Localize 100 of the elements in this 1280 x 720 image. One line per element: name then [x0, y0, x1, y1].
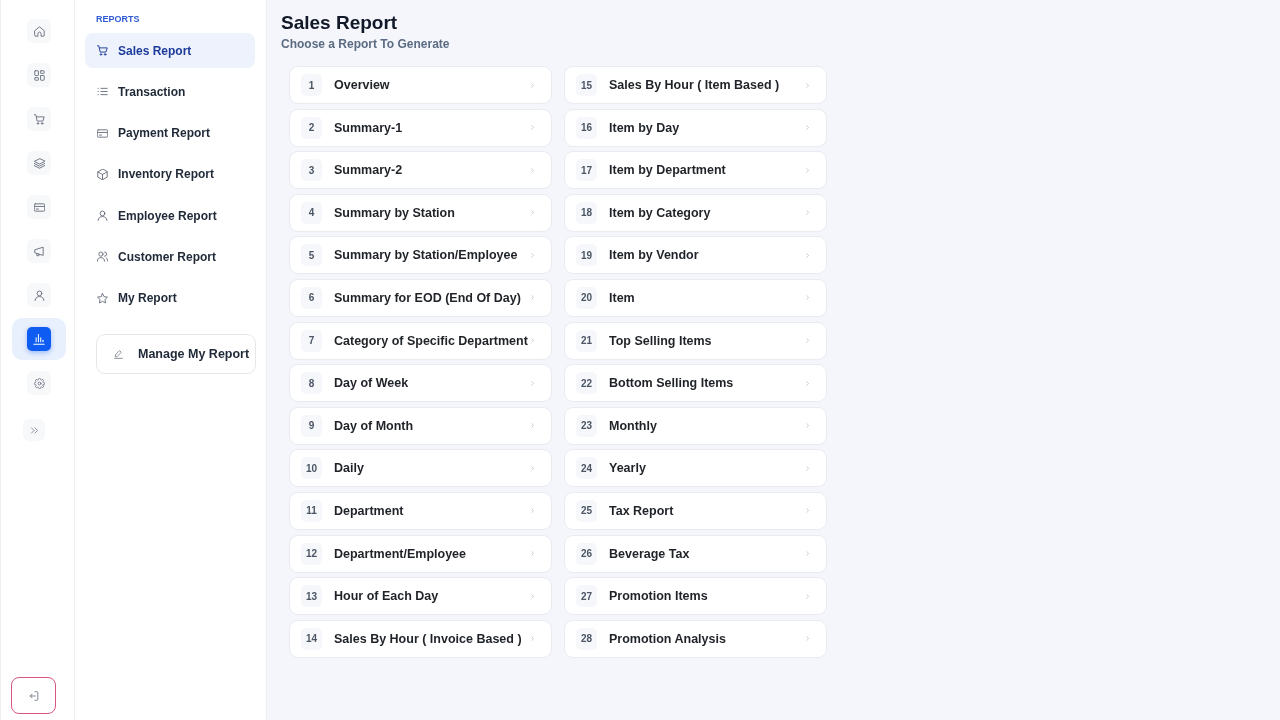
report-number: 22: [576, 372, 597, 395]
rail-nav-button[interactable]: [27, 371, 51, 395]
report-item[interactable]: 27 Promotion Items: [564, 577, 827, 616]
chevron-right-icon: [805, 336, 810, 346]
chevron-right-icon: [530, 549, 535, 559]
report-number: 9: [301, 414, 322, 437]
chevron-right-icon: [805, 634, 810, 644]
chevron-right-icon: [805, 463, 810, 473]
report-number: 16: [576, 116, 597, 139]
chevron-right-icon: [530, 293, 535, 303]
report-item[interactable]: 1 Overview: [289, 66, 552, 104]
manage-report-button[interactable]: Manage My Report: [96, 334, 256, 375]
users-icon: [97, 251, 108, 263]
report-item[interactable]: 6 Summary for EOD (End Of Day): [289, 278, 552, 317]
chevron-right-icon: [530, 336, 535, 346]
report-item[interactable]: 14 Sales By Hour ( Invoice Based ): [289, 619, 552, 658]
sidebar-item[interactable]: Transaction: [85, 74, 255, 110]
report-item[interactable]: 16 Item by Day: [564, 108, 827, 147]
sidebar-item[interactable]: Payment Report: [85, 115, 255, 151]
report-number: 19: [576, 244, 597, 267]
cart-icon: [33, 113, 45, 125]
report-number: 3: [301, 159, 322, 182]
cube-icon: [97, 168, 108, 180]
page-subtitle: Choose a Report To Generate: [281, 37, 451, 52]
chevron-right-icon: [530, 421, 535, 431]
grid-icon: [33, 69, 45, 81]
report-number: 5: [301, 244, 322, 267]
report-number: 6: [301, 286, 322, 309]
report-number: 2: [301, 116, 322, 139]
chevron-right-icon: [805, 506, 810, 516]
bar-chart-icon: [27, 327, 51, 351]
report-number: 14: [301, 627, 322, 650]
report-number: 21: [576, 329, 597, 352]
star-icon: [97, 292, 108, 304]
rail-nav-button[interactable]: [27, 63, 51, 87]
report-item[interactable]: 15 Sales By Hour ( Item Based ): [564, 66, 827, 104]
report-item[interactable]: 12 Department/Employee: [289, 534, 552, 573]
chevron-right-icon: [530, 591, 535, 601]
chevron-right-icon: [530, 250, 535, 260]
report-item[interactable]: 5 Summary by Station/Employee: [289, 236, 552, 275]
report-item[interactable]: 18 Item by Category: [564, 193, 827, 232]
sidebar-item[interactable]: My Report: [85, 280, 255, 316]
report-item[interactable]: 26 Beverage Tax: [564, 534, 827, 573]
report-number: 4: [301, 201, 322, 224]
home-icon: [33, 25, 45, 37]
report-number: 18: [576, 201, 597, 224]
logout-button[interactable]: [11, 677, 56, 714]
report-number: 25: [576, 499, 597, 522]
report-number: 8: [301, 372, 322, 395]
chevron-right-icon: [805, 421, 810, 431]
rail-nav-button[interactable]: [27, 239, 51, 263]
chevron-right-icon: [530, 165, 535, 175]
cart-icon: [97, 45, 108, 56]
report-number: 12: [301, 542, 322, 565]
report-item[interactable]: 13 Hour of Each Day: [289, 577, 552, 616]
report-item[interactable]: 21 Top Selling Items: [564, 321, 827, 360]
report-item[interactable]: 9 Day of Month: [289, 406, 552, 445]
report-number: 13: [301, 585, 322, 608]
report-item[interactable]: 28 Promotion Analysis: [564, 619, 827, 658]
sidebar-item[interactable]: Customer Report: [85, 239, 255, 275]
sidebar-item[interactable]: Sales Report: [85, 33, 255, 68]
report-number: 11: [301, 499, 322, 522]
chevron-right-icon: [805, 165, 810, 175]
report-item[interactable]: 11 Department: [289, 491, 552, 530]
rail-nav-button[interactable]: [27, 195, 51, 219]
report-item[interactable]: 10 Daily: [289, 449, 552, 488]
pencil-icon: [114, 349, 123, 359]
report-item[interactable]: 17 Item by Department: [564, 151, 827, 190]
chevron-right-icon: [805, 591, 810, 601]
report-item[interactable]: 24 Yearly: [564, 449, 827, 488]
report-item[interactable]: 25 Tax Report: [564, 491, 827, 530]
chevron-right-icon: [805, 208, 810, 218]
report-item[interactable]: 4 Summary by Station: [289, 193, 552, 232]
report-item[interactable]: 2 Summary-1: [289, 108, 552, 147]
logout-icon: [28, 690, 39, 701]
report-number: 10: [301, 457, 322, 480]
report-number: 27: [576, 585, 597, 608]
report-number: 1: [301, 74, 322, 96]
report-item[interactable]: 7 Category of Specific Department: [289, 321, 552, 360]
report-item[interactable]: 20 Item: [564, 278, 827, 317]
rail-nav-button[interactable]: [27, 283, 51, 307]
report-item[interactable]: 3 Summary-2: [289, 151, 552, 190]
chevron-right-icon: [805, 293, 810, 303]
rail-nav-button[interactable]: [27, 107, 51, 131]
report-item[interactable]: 8 Day of Week: [289, 364, 552, 403]
report-item[interactable]: 19 Item by Vendor: [564, 236, 827, 275]
report-number: 15: [576, 74, 597, 96]
user-icon: [33, 289, 45, 301]
sidebar-item[interactable]: Employee Report: [85, 198, 255, 234]
chevron-right-icon: [530, 123, 535, 133]
rail-nav-button[interactable]: [27, 151, 51, 175]
sidebar-item[interactable]: Inventory Report: [85, 156, 255, 192]
report-item[interactable]: 22 Bottom Selling Items: [564, 364, 827, 403]
rail-nav-button[interactable]: [27, 19, 51, 43]
report-number: 17: [576, 159, 597, 182]
user-icon: [97, 210, 108, 222]
report-number: 24: [576, 457, 597, 480]
rail-nav-button[interactable]: [12, 318, 66, 360]
report-item[interactable]: 23 Monthly: [564, 406, 827, 445]
expand-button[interactable]: [23, 419, 45, 441]
